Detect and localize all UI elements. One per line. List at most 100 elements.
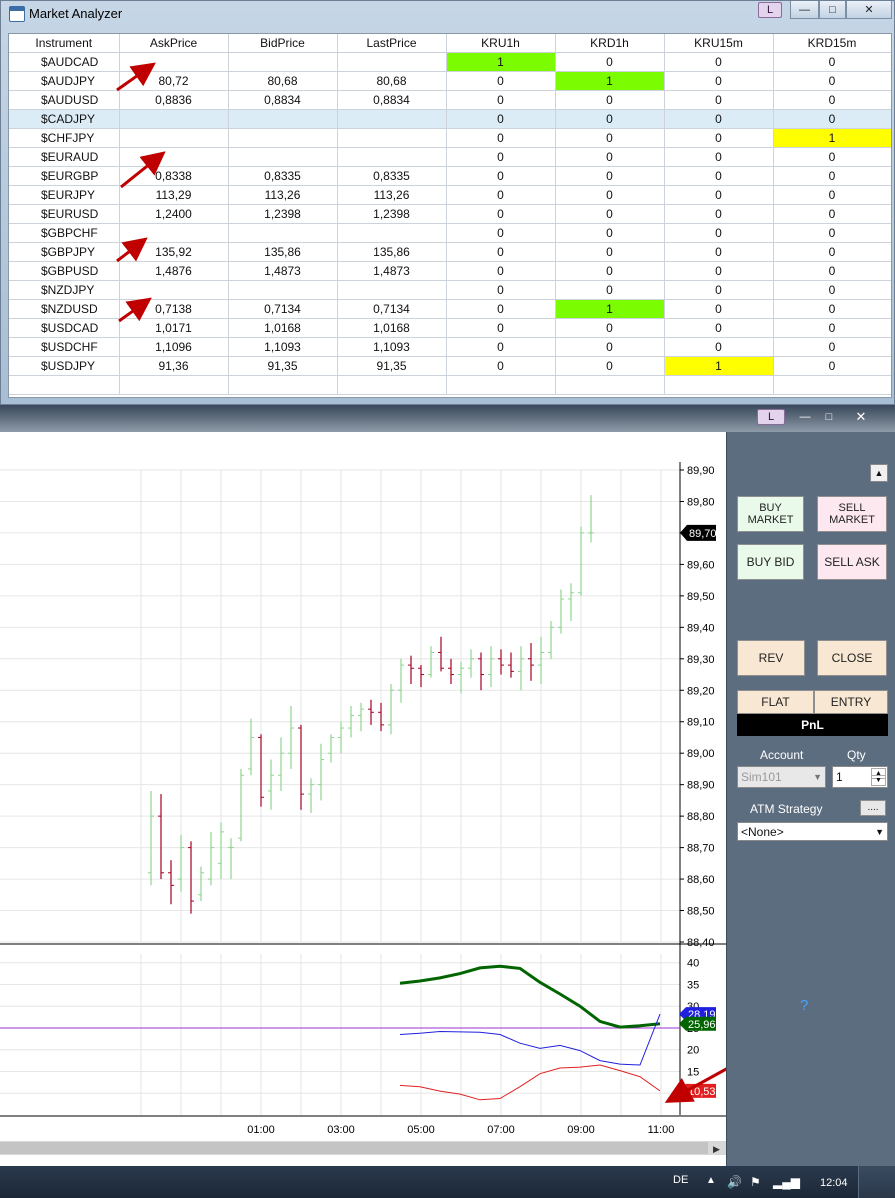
cell-kru15m[interactable]: 0 <box>664 204 774 224</box>
cell-last[interactable]: 0,8834 <box>337 90 447 110</box>
cell-kru1h[interactable]: 0 <box>446 356 556 376</box>
instrument-cell[interactable]: $GBPJPY <box>9 242 120 262</box>
cell-bid[interactable] <box>228 223 338 243</box>
cell-krd15m[interactable]: 0 <box>773 299 891 319</box>
cell-last[interactable]: 0,7134 <box>337 299 447 319</box>
cell-kru15m[interactable]: 0 <box>664 128 774 148</box>
cell-last[interactable] <box>337 223 447 243</box>
cell-krd15m[interactable]: 0 <box>773 185 891 205</box>
cell-last[interactable]: 113,26 <box>337 185 447 205</box>
atm-config-button[interactable]: .... <box>860 800 886 816</box>
cell-last[interactable] <box>337 128 447 148</box>
cell-kru15m[interactable]: 0 <box>664 337 774 357</box>
cell-ask[interactable]: 1,1096 <box>119 337 229 357</box>
cell-kru1h[interactable]: 0 <box>446 204 556 224</box>
cell-last[interactable]: 1,4873 <box>337 261 447 281</box>
reverse-button[interactable]: REV <box>737 640 805 676</box>
cell-bid[interactable]: 1,2398 <box>228 204 338 224</box>
cell-bid[interactable]: 135,86 <box>228 242 338 262</box>
cell-kru15m[interactable]: 1 <box>664 356 774 376</box>
tray-expand-icon[interactable]: ▲ <box>706 1175 716 1186</box>
cell-kru1h[interactable]: 0 <box>446 223 556 243</box>
cell-krd1h[interactable]: 0 <box>555 128 665 148</box>
column-header-kru15m[interactable]: KRU15m <box>664 34 774 53</box>
cell-krd15m[interactable]: 0 <box>773 242 891 262</box>
cell-kru1h[interactable]: 0 <box>446 185 556 205</box>
column-header-bidprice[interactable]: BidPrice <box>228 34 338 53</box>
instrument-cell[interactable]: $GBPUSD <box>9 261 120 281</box>
cell-bid[interactable] <box>228 147 338 167</box>
cell-bid[interactable]: 0,8335 <box>228 166 338 186</box>
cell-last[interactable] <box>337 147 447 167</box>
cell-krd1h[interactable]: 0 <box>555 223 665 243</box>
network-icon[interactable]: ▂▄▆ <box>773 1175 800 1189</box>
cell-krd15m[interactable]: 0 <box>773 147 891 167</box>
cell-krd15m[interactable]: 0 <box>773 223 891 243</box>
buy-market-button[interactable]: BUY MARKET <box>737 496 804 532</box>
cell-last[interactable]: 1,0168 <box>337 318 447 338</box>
cell-kru15m[interactable]: 0 <box>664 185 774 205</box>
instrument-cell[interactable]: $GBPCHF <box>9 223 120 243</box>
instrument-cell[interactable]: $USDCHF <box>9 337 120 357</box>
maximize-button[interactable]: □ <box>819 1 846 19</box>
instrument-cell[interactable]: $USDCAD <box>9 318 120 338</box>
cell-kru15m[interactable]: 0 <box>664 90 774 110</box>
cell-kru15m[interactable]: 0 <box>664 280 774 300</box>
cell-last[interactable]: 1,1093 <box>337 337 447 357</box>
qty-stepper[interactable]: 1 ▲ ▼ <box>832 766 888 788</box>
cell-kru1h[interactable]: 0 <box>446 299 556 319</box>
column-header-askprice[interactable]: AskPrice <box>119 34 229 53</box>
instrument-cell[interactable]: $NZDJPY <box>9 280 120 300</box>
cell-kru1h[interactable]: 0 <box>446 242 556 262</box>
cell-kru1h[interactable]: 0 <box>446 166 556 186</box>
cell-krd1h[interactable]: 0 <box>555 147 665 167</box>
instrument-cell[interactable]: $AUDJPY <box>9 71 120 91</box>
instrument-cell[interactable]: $EURJPY <box>9 185 120 205</box>
cell-krd15m[interactable]: 0 <box>773 356 891 376</box>
cell-kru1h[interactable]: 0 <box>446 280 556 300</box>
cell-krd15m[interactable]: 0 <box>773 261 891 281</box>
cell-krd15m[interactable]: 0 <box>773 337 891 357</box>
cell-ask[interactable] <box>119 109 229 129</box>
cell-krd1h[interactable]: 1 <box>555 299 665 319</box>
cell-krd1h[interactable]: 0 <box>555 261 665 281</box>
column-header-lastprice[interactable]: LastPrice <box>337 34 447 53</box>
cell-bid[interactable]: 1,0168 <box>228 318 338 338</box>
link-button[interactable]: L <box>758 2 782 18</box>
buy-bid-button[interactable]: BUY BID <box>737 544 804 580</box>
instrument-cell[interactable]: $EURUSD <box>9 204 120 224</box>
cell-krd15m[interactable]: 0 <box>773 166 891 186</box>
atm-strategy-select[interactable]: <None> ▼ <box>737 822 888 841</box>
cell-krd15m[interactable]: 0 <box>773 318 891 338</box>
cell-kru1h[interactable]: 0 <box>446 318 556 338</box>
chart-plot-area[interactable]: 89,90 89,80 89,70 89,60 89,50 89,40 89,30 89,20… <box>0 432 842 1166</box>
cell-krd15m[interactable]: 0 <box>773 90 891 110</box>
cell-bid[interactable] <box>228 280 338 300</box>
chart-link-button[interactable]: L <box>757 409 785 425</box>
cell-krd1h[interactable]: 0 <box>555 90 665 110</box>
price-chart[interactable]: 89,90 89,80 89,70 89,60 89,50 89,40 89,30 89,20… <box>0 432 842 1166</box>
cell-krd1h[interactable]: 0 <box>555 52 665 72</box>
cell-last[interactable]: 135,86 <box>337 242 447 262</box>
cell-krd15m[interactable]: 0 <box>773 71 891 91</box>
cell-bid[interactable]: 91,35 <box>228 356 338 376</box>
cell-krd15m[interactable]: 1 <box>773 128 891 148</box>
collapse-panel-button[interactable]: ▲ <box>870 464 888 482</box>
entry-button[interactable]: ENTRY <box>814 690 888 714</box>
table-row[interactable]: $CADJPY 0 0 0 0 <box>9 109 891 129</box>
cell-krd1h[interactable]: 0 <box>555 242 665 262</box>
stepper-down-icon[interactable]: ▼ <box>871 775 886 786</box>
cell-bid[interactable] <box>228 52 338 72</box>
cell-krd15m[interactable]: 0 <box>773 280 891 300</box>
cell-bid[interactable]: 80,68 <box>228 71 338 91</box>
clock[interactable]: 12:04 <box>820 1177 848 1189</box>
cell-krd1h[interactable]: 0 <box>555 204 665 224</box>
cell-krd1h[interactable]: 0 <box>555 109 665 129</box>
cell-kru1h[interactable]: 0 <box>446 90 556 110</box>
instrument-cell[interactable]: $NZDUSD <box>9 299 120 319</box>
cell-kru15m[interactable]: 0 <box>664 242 774 262</box>
flag-icon[interactable]: ⚑ <box>750 1175 761 1189</box>
cell-kru1h[interactable]: 0 <box>446 128 556 148</box>
instrument-cell[interactable]: $CADJPY <box>9 109 120 129</box>
instrument-cell[interactable]: $EURGBP <box>9 166 120 186</box>
